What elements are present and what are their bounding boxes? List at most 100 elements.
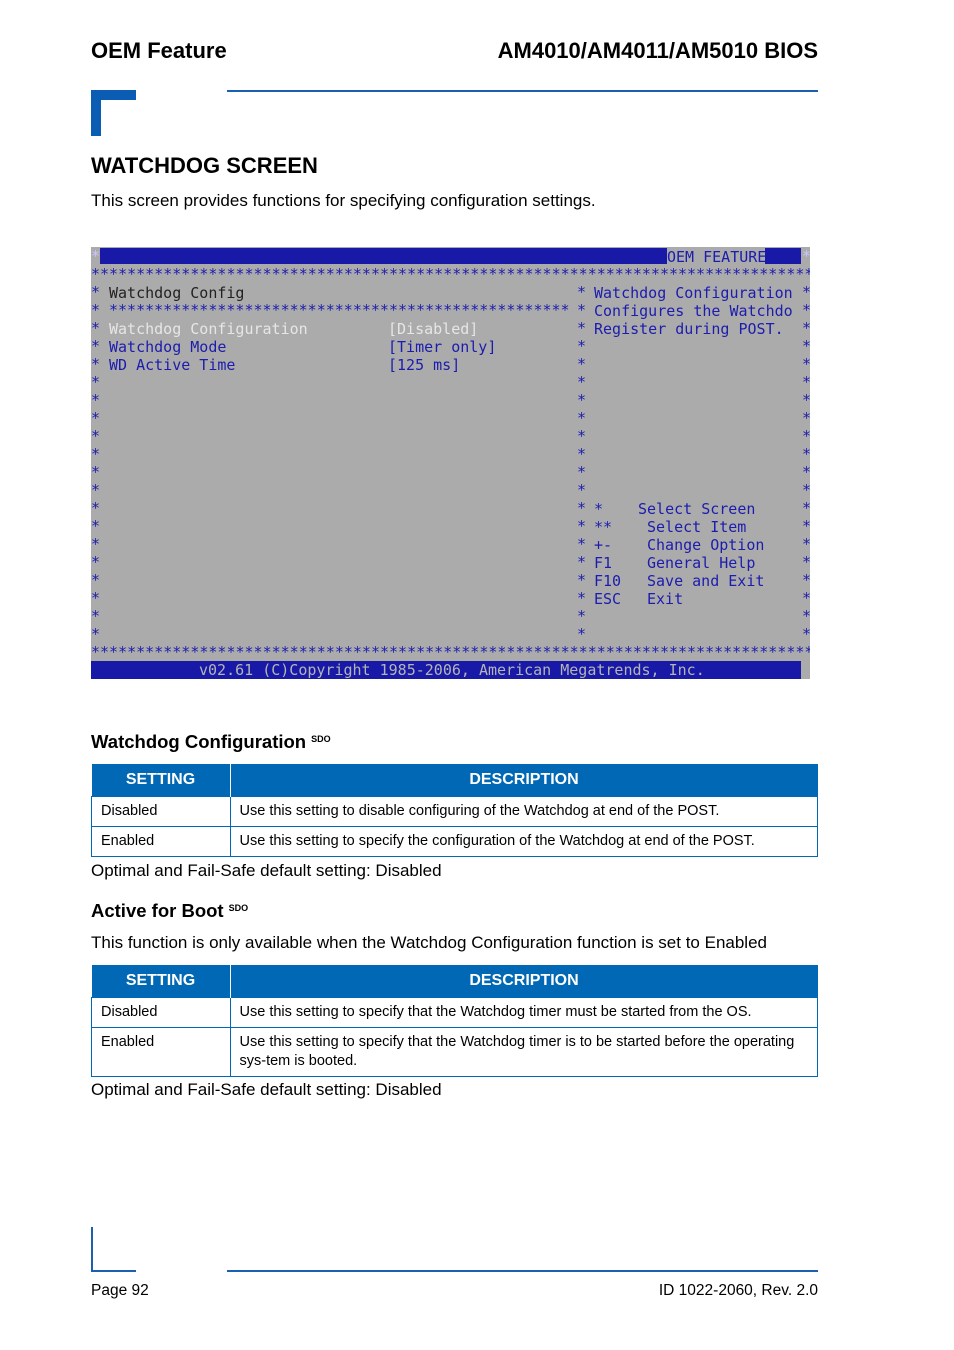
bios-help-text: Register during POST. — [594, 320, 784, 338]
bios-border: * — [802, 337, 810, 355]
bios-border: * — [91, 535, 101, 553]
bios-border: * — [91, 607, 101, 625]
bios-border: * — [91, 247, 101, 265]
bios-border: * — [91, 589, 101, 607]
bios-border: * — [577, 319, 587, 337]
default-note: Optimal and Fail-Safe default setting: D… — [91, 861, 442, 880]
bios-border: * — [577, 301, 587, 319]
bios-border: * — [91, 625, 101, 643]
bios-border: * — [91, 409, 101, 427]
bios-border: * — [802, 553, 810, 571]
bios-key: F1 — [594, 554, 613, 572]
bios-key-action: Change Option — [647, 536, 765, 554]
bios-border: * — [802, 247, 810, 265]
table-row: Disabled Use this setting to disable conf… — [91, 796, 818, 827]
settings-table: SETTING DESCRIPTION Disabled Use this sett… — [91, 965, 818, 1077]
bios-border: * — [577, 553, 587, 571]
bios-item-value[interactable]: [Timer only] — [388, 338, 496, 356]
bios-border: * — [577, 499, 587, 517]
bios-item-label[interactable]: Watchdog Mode — [109, 338, 226, 356]
bios-border: * — [802, 535, 810, 553]
footer-rule — [227, 1270, 818, 1272]
table-row: Enabled Use this setting to specify the c… — [91, 826, 818, 857]
bios-border: * — [802, 571, 810, 589]
bios-key: +- — [594, 536, 613, 554]
bios-border: * — [802, 301, 810, 319]
bios-border: * — [91, 517, 101, 535]
page-number: Page 92 — [91, 1282, 149, 1299]
bios-border: * — [91, 481, 101, 499]
bios-border: * — [802, 589, 810, 607]
bios-border: ****************************************… — [91, 643, 810, 661]
bios-screenshot: OEM FEATURE * ***************************… — [91, 247, 810, 679]
bios-border: * — [802, 319, 810, 337]
page-title: WATCHDOG SCREEN — [91, 153, 318, 178]
bios-border: * — [802, 607, 810, 625]
bios-key: ESC — [594, 590, 622, 608]
bios-border: * — [91, 337, 101, 355]
table-row: Disabled Use this setting to specify that… — [91, 997, 818, 1028]
bios-copyright: v02.61 (C)Copyright 1985-2006, American … — [199, 661, 705, 679]
header-product: AM4010/AM4011/AM5010 BIOS — [497, 38, 818, 63]
bios-border: * — [91, 373, 101, 391]
bios-border: * — [91, 301, 101, 319]
bios-key-action: Select Item — [647, 518, 747, 536]
bios-border: * — [577, 373, 587, 391]
bios-border: * — [91, 427, 101, 445]
bios-help-text: Configures the Watchdo — [594, 302, 793, 320]
bios-border: * — [577, 391, 587, 409]
bios-panel-title: Watchdog Config — [109, 284, 245, 302]
bios-border: * — [802, 625, 810, 643]
bios-border: * — [577, 409, 587, 427]
bios-border: * — [91, 283, 101, 301]
bios-key-action: Save and Exit — [647, 572, 765, 590]
bios-border: * — [802, 499, 810, 517]
footer-corner — [91, 1270, 136, 1272]
bios-border: * — [91, 319, 101, 337]
bios-border: * — [577, 445, 587, 463]
bios-border: * — [577, 463, 587, 481]
bios-border: * — [577, 625, 587, 643]
bios-border: ****************************************… — [91, 265, 810, 283]
bios-title-bar — [100, 248, 676, 264]
bios-border: * — [91, 445, 101, 463]
bios-border: * — [802, 445, 810, 463]
footer-corner — [91, 1227, 93, 1272]
bios-key-action: General Help — [647, 554, 756, 572]
document-id: ID 1022-2060, Rev. 2.0 — [658, 1282, 818, 1299]
bios-item-value[interactable]: [Disabled] — [388, 320, 478, 338]
bios-border: * — [802, 463, 810, 481]
bios-border: * — [91, 463, 101, 481]
bios-border: * — [802, 355, 810, 373]
bios-border: * — [802, 481, 810, 499]
bios-border: * — [91, 355, 101, 373]
bios-key: * — [594, 500, 604, 518]
header-section: OEM Feature — [91, 38, 227, 63]
bios-border: * — [91, 553, 101, 571]
bios-border: * — [802, 409, 810, 427]
bios-border: * — [577, 283, 587, 301]
bios-border: * — [577, 571, 587, 589]
bios-border: * — [802, 373, 810, 391]
default-note: Optimal and Fail-Safe default setting: D… — [91, 1080, 442, 1099]
settings-table: SETTING DESCRIPTION Disabled Use this sett… — [91, 764, 818, 857]
bios-border: * — [577, 355, 587, 373]
bios-item-value[interactable]: [125 ms] — [388, 356, 460, 374]
bios-border: * — [577, 535, 587, 553]
bios-border: * — [577, 481, 587, 499]
bios-border: ****************************************… — [109, 301, 570, 319]
bios-key-action: Exit — [647, 590, 684, 608]
header-rule — [227, 90, 818, 92]
bios-tab-label: OEM FEATURE — [667, 248, 767, 266]
document-page: OEM Feature AM4010/AM4011/AM5010 BIOS WA… — [0, 0, 954, 1350]
bios-border: * — [91, 391, 101, 409]
corner-mark — [91, 90, 101, 136]
bios-help-text: Watchdog Configuration — [594, 284, 793, 302]
section-heading: Active for Boot SDO — [91, 900, 249, 921]
bios-border: * — [91, 499, 101, 517]
bios-border: * — [577, 427, 587, 445]
bios-border: * — [577, 337, 587, 355]
bios-item-label[interactable]: WD Active Time — [109, 356, 235, 374]
bios-item-label[interactable]: Watchdog Configuration — [109, 320, 308, 338]
bios-key-action: Select Screen — [638, 500, 756, 518]
